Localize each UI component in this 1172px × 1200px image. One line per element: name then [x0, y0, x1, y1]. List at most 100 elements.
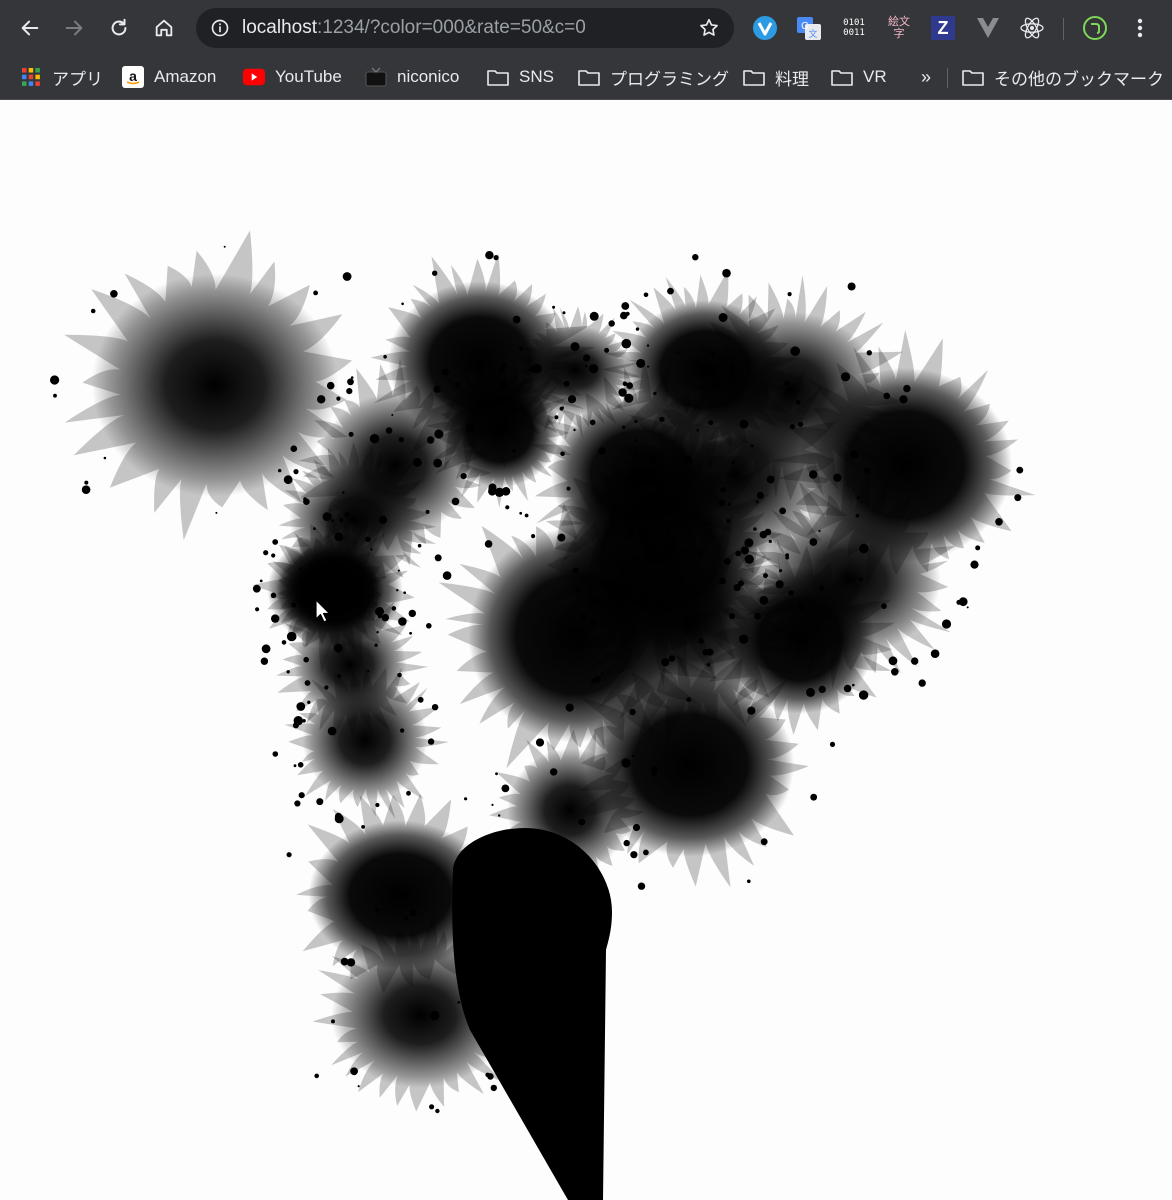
- ink-droplet: [552, 305, 556, 309]
- ink-droplet: [425, 509, 430, 514]
- ink-droplet: [404, 916, 409, 921]
- extension-emoji[interactable]: 絵文字: [883, 14, 915, 42]
- ink-droplet: [819, 585, 825, 591]
- bookmark-folder-programming[interactable]: プログラミング: [578, 62, 729, 92]
- ink-droplet: [50, 375, 60, 385]
- ink-droplet: [718, 577, 726, 585]
- ink-droplet: [286, 852, 292, 858]
- bookmark-star-icon[interactable]: [698, 17, 720, 39]
- ink-droplet: [911, 657, 919, 665]
- address-bar[interactable]: localhost:1234/?color=000&rate=50&c=0: [196, 8, 734, 48]
- ink-droplet: [409, 631, 412, 635]
- ink-droplet: [562, 311, 566, 315]
- ink-droplet: [339, 518, 344, 522]
- ink-droplet: [573, 428, 576, 432]
- url-text[interactable]: localhost:1234/?color=000&rate=50&c=0: [242, 17, 586, 39]
- ink-droplet: [647, 365, 650, 368]
- ink-droplet: [429, 1104, 435, 1110]
- ink-droplet: [385, 427, 393, 434]
- extension-evernote[interactable]: [1081, 14, 1109, 42]
- amazon-logo-icon: a: [122, 66, 144, 88]
- reload-icon: [111, 18, 127, 36]
- ink-droplet: [710, 587, 713, 590]
- ink-droplet: [330, 519, 334, 523]
- home-button[interactable]: [148, 12, 180, 44]
- evernote-icon: [1083, 16, 1107, 40]
- back-button[interactable]: [14, 12, 46, 44]
- extension-z[interactable]: Z: [929, 14, 957, 42]
- bookmark-niconico[interactable]: niconico: [365, 62, 459, 92]
- bookmark-label: Amazon: [154, 67, 217, 86]
- ink-droplet: [643, 292, 649, 298]
- bookmark-youtube[interactable]: YouTube: [243, 62, 342, 92]
- ink-droplet: [565, 703, 574, 712]
- ink-droplet: [864, 467, 870, 474]
- ink-droplet: [286, 631, 297, 642]
- ink-droplet: [272, 751, 279, 757]
- ink-droplet: [621, 758, 631, 768]
- bookmark-folder-vr[interactable]: VR: [831, 62, 887, 92]
- ink-drawing-canvas[interactable]: [0, 100, 1172, 1200]
- ink-droplet: [768, 539, 772, 543]
- bookmark-folder-sns[interactable]: SNS: [487, 62, 554, 92]
- ink-droplet: [442, 368, 450, 376]
- ink-droplet: [718, 313, 728, 322]
- ink-droplet: [739, 634, 749, 644]
- ink-droplet: [588, 364, 599, 374]
- ink-droplet: [391, 606, 397, 611]
- ink-droplet: [488, 487, 497, 496]
- extension-react[interactable]: [1018, 14, 1046, 42]
- ink-droplet: [346, 388, 353, 395]
- ink-droplet: [566, 486, 571, 491]
- ink-droplet: [398, 617, 407, 626]
- ink-droplet: [720, 487, 726, 493]
- ink-droplet: [369, 434, 380, 444]
- ink-droplet: [383, 355, 387, 359]
- ink-droplet: [970, 560, 979, 569]
- ink-droplet: [408, 609, 416, 618]
- ink-droplet: [560, 451, 565, 457]
- ink-droplet: [313, 290, 318, 296]
- ink-droplet: [460, 473, 467, 480]
- extension-vue[interactable]: [974, 14, 1002, 42]
- chevron-double-right-icon: »: [921, 66, 932, 87]
- ink-droplet: [252, 584, 261, 593]
- extension-translate[interactable]: G文: [795, 14, 823, 42]
- ink-droplet: [975, 545, 981, 551]
- ink-droplet: [333, 643, 343, 653]
- ink-droplet: [325, 597, 331, 603]
- bookmark-label: SNS: [519, 67, 554, 86]
- v-badge-icon: [753, 16, 777, 40]
- reload-button[interactable]: [103, 12, 135, 44]
- ink-droplet: [341, 579, 347, 585]
- ink-droplet: [578, 818, 586, 826]
- ink-droplet: [290, 445, 298, 453]
- ink-droplet: [727, 502, 732, 506]
- ink-droplet: [859, 543, 869, 554]
- bookmark-folder-other[interactable]: その他のブックマーク: [962, 62, 1164, 92]
- bookmark-apps[interactable]: アプリ: [20, 62, 103, 92]
- ink-droplet: [621, 302, 630, 310]
- ink-droplet: [81, 485, 91, 495]
- ink-droplet: [651, 770, 657, 776]
- ink-droplet: [583, 354, 591, 362]
- forward-button[interactable]: [58, 12, 90, 44]
- ink-droplet: [397, 569, 400, 572]
- extension-vimium[interactable]: [751, 14, 779, 42]
- ink-droplet: [625, 311, 630, 316]
- browser-menu-button[interactable]: [1126, 14, 1154, 42]
- bookmark-amazon[interactable]: a Amazon: [122, 62, 216, 92]
- ink-droplet: [298, 792, 305, 799]
- bookmarks-overflow-button[interactable]: »: [921, 62, 931, 92]
- ink-droplet: [629, 708, 636, 716]
- ink-droplet: [833, 473, 842, 482]
- ink-droplet: [606, 481, 610, 485]
- extension-binary[interactable]: 0101 0011: [838, 14, 870, 42]
- ink-droplet: [431, 704, 439, 711]
- info-icon[interactable]: [210, 18, 230, 38]
- bookmark-folder-cooking[interactable]: 料理: [743, 62, 809, 92]
- ink-droplet: [756, 491, 764, 499]
- ink-droplet: [396, 589, 399, 592]
- kebab-menu-icon: [1137, 18, 1143, 38]
- ink-droplet: [572, 567, 579, 574]
